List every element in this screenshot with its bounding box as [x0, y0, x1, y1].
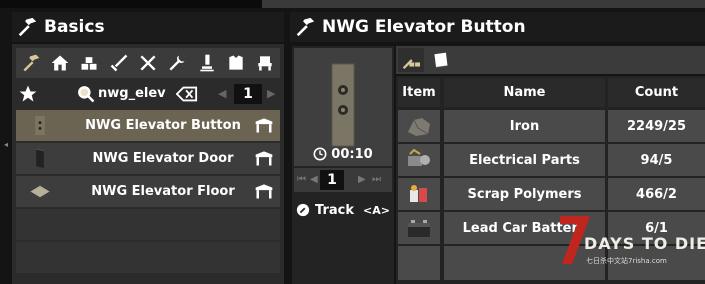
- ingredient-name: Electrical Parts: [444, 144, 605, 176]
- track-button[interactable]: Track <A>: [294, 198, 392, 222]
- game-logo-watermark: DAYS TO DIE 七日杀中文站7risha.com: [558, 212, 705, 274]
- ingredient-icon-cell: [398, 144, 440, 176]
- book-icon: [434, 52, 448, 68]
- recipe-row[interactable]: NWG Elevator Door: [16, 143, 280, 174]
- elevator-button-icon: [331, 63, 355, 147]
- craft-time-value: 00:10: [331, 146, 373, 162]
- empty-recipe-slot: [16, 209, 280, 240]
- search-input[interactable]: nwg_elev: [98, 84, 174, 104]
- category-tools[interactable]: [133, 50, 162, 76]
- recipe-label: NWG Elevator Button: [85, 118, 241, 133]
- clock-icon: [313, 147, 327, 161]
- recipe-title: NWG Elevator Button: [322, 17, 526, 37]
- quantity-first-icon[interactable]: ⏮: [297, 172, 309, 188]
- quantity-increase-icon[interactable]: ▶: [358, 172, 368, 188]
- ingredient-icon-cell: [398, 178, 440, 210]
- chair-icon: [258, 56, 272, 71]
- category-food[interactable]: [163, 50, 192, 76]
- craft-time: 00:10: [294, 143, 392, 165]
- car-battery-icon: [408, 220, 430, 237]
- house-icon: [51, 55, 69, 71]
- category-clothing[interactable]: [221, 50, 250, 76]
- track-key-hint: <A>: [363, 203, 390, 217]
- quantity-decrease-icon[interactable]: ◀: [310, 172, 320, 188]
- empty-recipe-slot: [16, 242, 280, 273]
- ingredients-icon: [402, 59, 420, 69]
- science-icon: [199, 54, 214, 72]
- ingredient-name: Iron: [444, 110, 605, 142]
- hammer-icon: [296, 17, 315, 37]
- wrench-icon: [169, 55, 185, 71]
- category-building[interactable]: [45, 50, 74, 76]
- track-label: Track: [315, 202, 354, 218]
- sword-icon: [110, 54, 127, 72]
- empty-ingredient-slot: [398, 246, 440, 280]
- ingredient-icon-cell: [398, 212, 440, 244]
- hammer-icon: [23, 54, 39, 72]
- recipe-row[interactable]: NWG Elevator Button: [16, 110, 280, 141]
- panel-title: Basics: [44, 17, 105, 37]
- ingredient-icon-cell: [398, 110, 440, 142]
- scrap-polymers-icon: [410, 185, 427, 202]
- category-weapons[interactable]: [104, 50, 133, 76]
- recipe-header: NWG Elevator Button: [290, 12, 705, 42]
- tab-description[interactable]: [428, 48, 454, 72]
- category-resources[interactable]: [75, 50, 104, 76]
- workbench-icon: [255, 184, 273, 199]
- watermark-subtext: 七日杀中文站7risha.com: [586, 257, 667, 265]
- tab-ingredients[interactable]: [398, 48, 424, 72]
- quantity-input[interactable]: 1: [320, 170, 344, 190]
- category-science[interactable]: [192, 50, 221, 76]
- category-basics[interactable]: [16, 50, 45, 76]
- category-decor[interactable]: [251, 50, 280, 76]
- basics-header: Basics: [12, 12, 284, 42]
- top-edge-bar: [262, 0, 705, 8]
- ingredient-count: 466/2: [608, 178, 705, 210]
- recipe-label: NWG Elevator Door: [92, 151, 234, 166]
- armor-icon: [229, 55, 243, 70]
- page-prev-icon[interactable]: ◀: [218, 86, 228, 102]
- star-icon[interactable]: [18, 84, 38, 104]
- col-header-item: Item: [398, 78, 440, 107]
- electrical-parts-icon: [408, 148, 430, 166]
- hammer-icon: [18, 17, 37, 37]
- col-header-count: Count: [608, 78, 705, 107]
- col-header-name: Name: [444, 78, 605, 107]
- blocks-icon: [81, 57, 97, 70]
- wrench-icon: [296, 203, 310, 217]
- category-bar: [16, 48, 280, 78]
- ingredient-count: 94/5: [608, 144, 705, 176]
- page-number[interactable]: 1: [234, 84, 262, 104]
- ingredient-count: 2249/25: [608, 110, 705, 142]
- page-next-icon[interactable]: ▶: [267, 86, 277, 102]
- workbench-icon: [255, 151, 273, 166]
- recipe-label: NWG Elevator Floor: [91, 184, 235, 199]
- elevator-door-thumb-icon: [36, 148, 44, 169]
- tools-icon: [140, 55, 156, 71]
- search-icon: [78, 86, 95, 103]
- ingredient-name: Scrap Polymers: [444, 178, 605, 210]
- quantity-max-icon[interactable]: ⏭: [372, 172, 384, 188]
- elevator-floor-thumb-icon: [30, 185, 50, 198]
- iron-icon: [408, 118, 430, 136]
- recipe-row[interactable]: NWG Elevator Floor: [16, 176, 280, 207]
- elevator-button-thumb-icon: [35, 115, 45, 136]
- clear-search-icon[interactable]: [176, 85, 198, 103]
- workbench-icon: [255, 118, 273, 133]
- side-arrow-icon: ◂: [4, 140, 9, 149]
